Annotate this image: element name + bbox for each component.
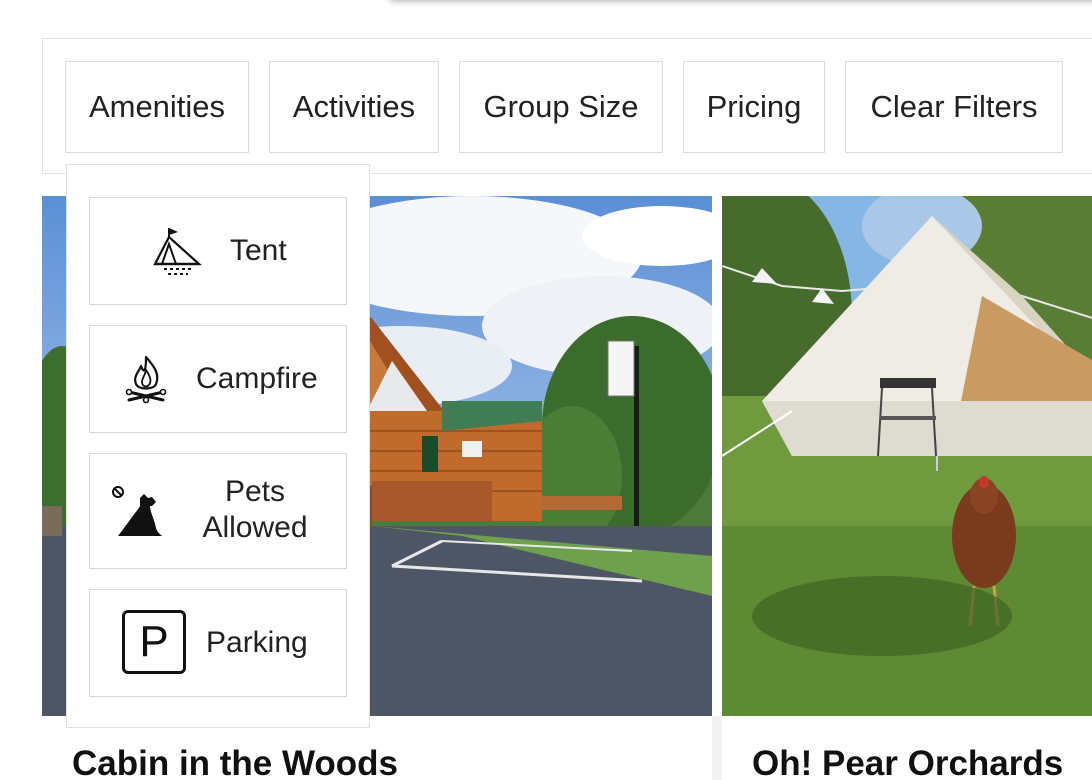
amenities-filter-button[interactable]: Amenities [65,61,249,153]
amenities-dropdown: Tent Campfire Pets Allowed P Parking [66,164,370,728]
amenity-label-line2: Allowed [202,511,308,544]
amenity-option-campfire[interactable]: Campfire [89,325,347,433]
amenity-option-parking[interactable]: P Parking [89,589,347,697]
amenity-label: Parking [206,626,308,659]
filter-bar: Amenities Activities Group Size Pricing … [42,38,1092,174]
group-size-filter-button[interactable]: Group Size [459,61,663,153]
tent-icon [152,226,204,276]
amenity-label: Tent [230,234,287,267]
amenity-option-pets-allowed[interactable]: Pets Allowed [89,453,347,569]
amenity-label: Campfire [196,362,318,395]
parking-icon: P [122,610,186,674]
pricing-filter-button[interactable]: Pricing [683,61,825,153]
amenity-option-tent[interactable]: Tent [89,197,347,305]
amenity-label-line1: Pets [224,475,286,508]
page: Amenities Activities Group Size Pricing … [0,0,1092,780]
clear-filters-button[interactable]: Clear Filters [845,61,1063,153]
activities-filter-button[interactable]: Activities [269,61,439,153]
bell-tent-photo [722,196,1092,716]
listing-title[interactable]: Oh! Pear Orchards [752,744,1063,780]
listing-title[interactable]: Cabin in the Woods [72,744,398,780]
card-gap [712,716,722,780]
listing-card[interactable]: Oh! Pear Orchards [722,196,1092,780]
campfire-icon [124,354,168,404]
pet-icon [110,484,164,538]
